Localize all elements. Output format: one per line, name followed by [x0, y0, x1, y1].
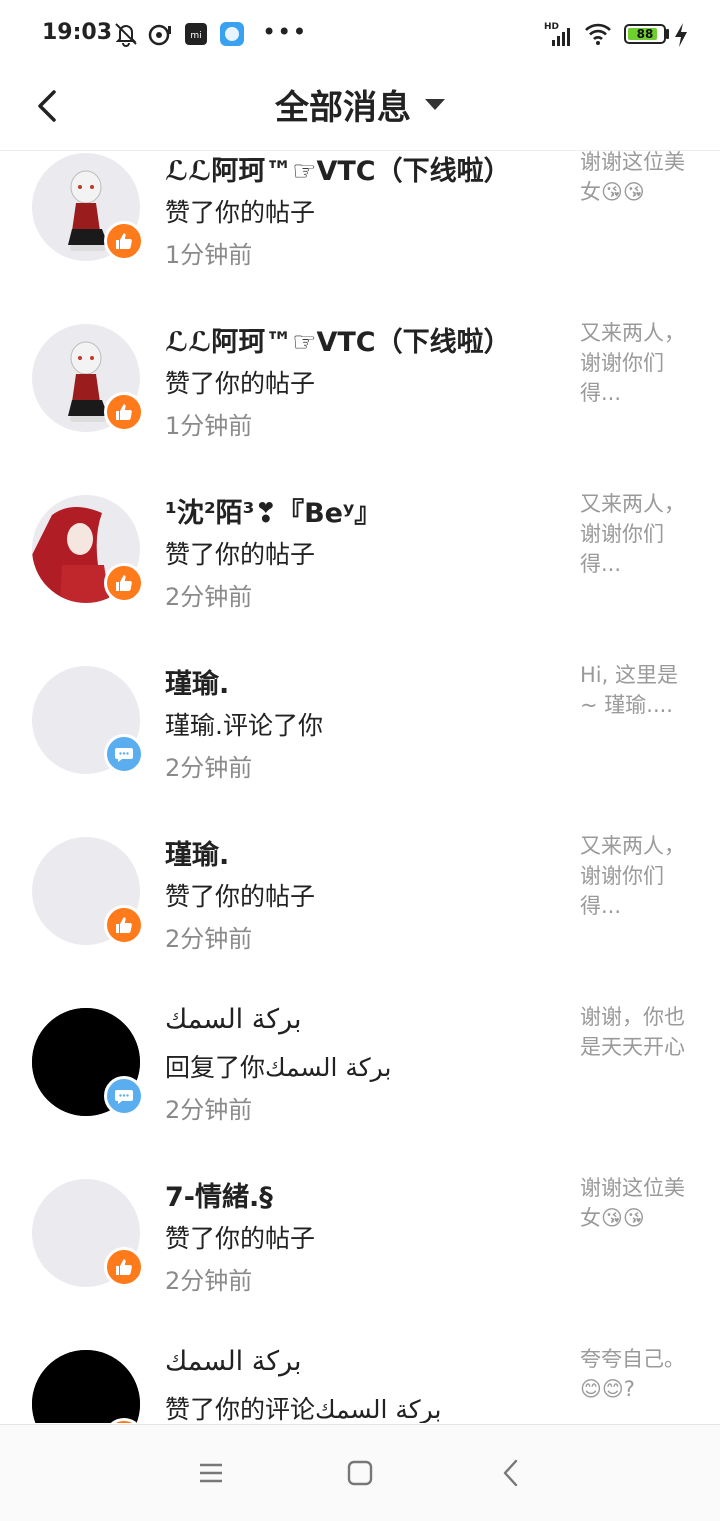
message-action: 瑾瑜.评论了你	[165, 711, 323, 740]
post-snippet[interactable]: 又来两人，谢谢你们得...	[580, 318, 692, 408]
signal-icon	[552, 28, 570, 46]
message-time: 2分钟前	[165, 925, 253, 953]
system-nav-bar	[0, 1424, 720, 1521]
app-notification-icon	[220, 22, 244, 46]
message-time: 1分钟前	[165, 412, 253, 440]
like-icon	[116, 917, 132, 933]
sender-name[interactable]: 瑾瑜.	[165, 833, 565, 872]
message-action: 赞了你的帖子	[165, 540, 316, 569]
message-item[interactable]: بركة السمك 赞了你的评论بركة السمك 夸夸自己。😊😊?	[0, 1332, 720, 1423]
post-snippet[interactable]: 又来两人，谢谢你们得...	[580, 831, 692, 921]
avatar[interactable]	[32, 1350, 140, 1423]
like-badge	[104, 1247, 144, 1287]
message-item[interactable]: 瑾瑜. 瑾瑜.评论了你 2分钟前 Hi, 这里是 ~ 瑾瑜....	[0, 648, 720, 819]
message-time: 2分钟前	[165, 583, 253, 611]
message-time: 2分钟前	[165, 1096, 253, 1124]
like-badge	[104, 563, 144, 603]
post-snippet[interactable]: Hi, 这里是 ~ 瑾瑜....	[580, 660, 692, 720]
message-time: 2分钟前	[165, 1267, 253, 1295]
like-badge	[104, 221, 144, 261]
message-action: 赞了你的帖子	[165, 198, 316, 227]
sender-name[interactable]: بركة السمك	[165, 1346, 565, 1377]
home-icon[interactable]	[340, 1453, 380, 1493]
message-list[interactable]: ℒℒ阿珂™☞VTC（下线啦） 赞了你的帖子 1分钟前 谢谢这位美女😘😘 ℒℒ阿珂™☞VT…	[0, 151, 720, 1423]
svg-text:mi: mi	[190, 31, 201, 41]
battery-icon: 88	[624, 24, 666, 44]
status-time: 19:03	[42, 20, 113, 45]
battery-cap	[666, 29, 669, 39]
nav-back-icon[interactable]	[492, 1453, 532, 1493]
sender-name[interactable]: ℒℒ阿珂™☞VTC（下线啦）	[165, 151, 565, 188]
like-icon	[116, 404, 132, 420]
sender-name[interactable]: بركة السمك	[165, 1004, 565, 1035]
post-snippet[interactable]: 谢谢这位美女😘😘	[580, 1173, 692, 1233]
message-time: 2分钟前	[165, 754, 253, 782]
message-item[interactable]: 7-情緒.§ 赞了你的帖子 2分钟前 谢谢这位美女😘😘	[0, 1161, 720, 1332]
comment-icon	[115, 1090, 133, 1104]
sender-name[interactable]: ℒℒ阿珂™☞VTC（下线啦）	[165, 320, 565, 359]
bell-muted-icon	[115, 23, 137, 47]
like-icon	[116, 233, 132, 249]
post-snippet[interactable]: 夸夸自己。😊😊?	[580, 1344, 692, 1404]
message-action: 回复了你بركة السمك	[165, 1053, 392, 1082]
caret-down-icon	[425, 99, 445, 110]
header: 全部消息	[0, 68, 720, 151]
wifi-icon	[585, 23, 611, 45]
more-notifications-icon: •••	[262, 18, 308, 46]
battery-text: 88	[636, 27, 654, 41]
message-item[interactable]: 瑾瑜. 赞了你的帖子 2分钟前 又来两人，谢谢你们得...	[0, 819, 720, 990]
message-item[interactable]: بركة السمك 回复了你بركة السمك 2分钟前 谢谢，你也是天天开心	[0, 990, 720, 1161]
like-badge	[104, 392, 144, 432]
comment-badge	[104, 1076, 144, 1116]
menu-icon[interactable]	[190, 1453, 230, 1493]
record-icon	[148, 24, 171, 46]
sender-name[interactable]: 7-情緒.§	[165, 1175, 565, 1214]
post-snippet[interactable]: 又来两人，谢谢你们得...	[580, 489, 692, 579]
message-time: 1分钟前	[165, 241, 253, 269]
like-icon	[116, 575, 132, 591]
status-bar: 19:03 mi ••• HD 88	[0, 0, 720, 68]
message-action: 赞了你的帖子	[165, 1224, 316, 1253]
message-action: 赞了你的帖子	[165, 369, 316, 398]
like-icon	[116, 1259, 132, 1275]
post-snippet[interactable]: 谢谢，你也是天天开心	[580, 1002, 692, 1062]
comment-badge	[104, 734, 144, 774]
sender-name[interactable]: ¹沈²陌³❣『Beʸ』	[165, 491, 565, 530]
comment-icon	[115, 748, 133, 762]
mi-app-icon: mi	[185, 23, 207, 45]
page-title: 全部消息	[275, 88, 411, 128]
message-item[interactable]: ℒℒ阿珂™☞VTC（下线啦） 赞了你的帖子 1分钟前 谢谢这位美女😘😘	[0, 151, 720, 306]
message-item[interactable]: ¹沈²陌³❣『Beʸ』赞了你的帖子 2分钟前 又来两人，谢谢你们得...	[0, 477, 720, 648]
post-snippet[interactable]: 谢谢这位美女😘😘	[580, 151, 692, 207]
sender-name[interactable]: 瑾瑜.	[165, 662, 565, 701]
like-badge	[104, 905, 144, 945]
charging-icon	[675, 23, 687, 47]
title-dropdown[interactable]: 全部消息	[0, 80, 720, 129]
message-action: 赞了你的评论بركة السمك	[165, 1395, 442, 1423]
message-item[interactable]: ℒℒ阿珂™☞VTC（下线啦） 赞了你的帖子 1分钟前 又来两人，谢谢你们得...	[0, 306, 720, 477]
message-action: 赞了你的帖子	[165, 882, 316, 911]
dark-avatar-image	[32, 1350, 140, 1423]
